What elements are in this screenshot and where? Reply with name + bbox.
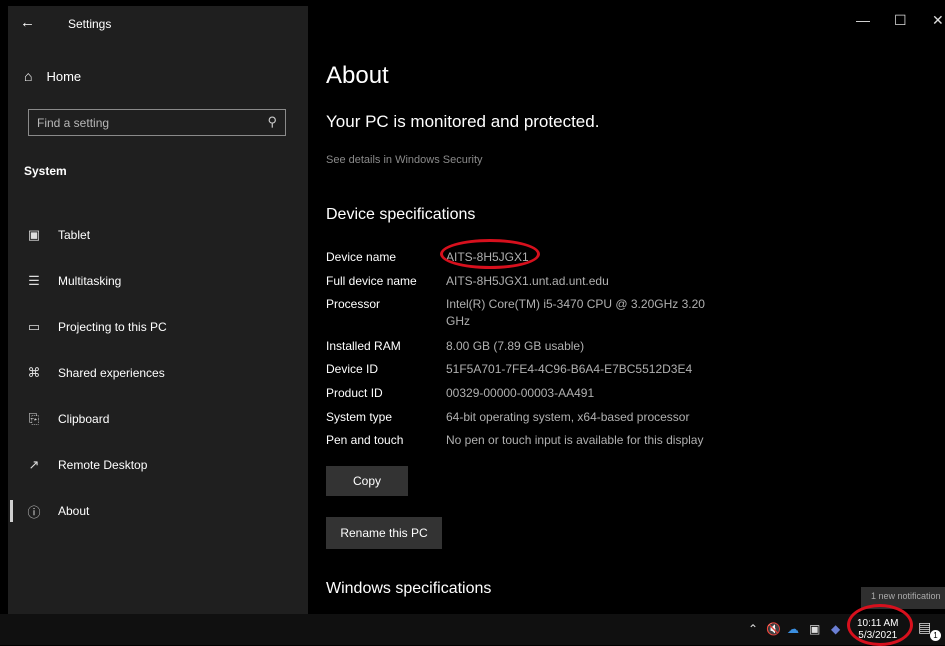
spec-value-ram: 8.00 GB (7.89 GB usable) bbox=[446, 339, 585, 353]
spec-label: Installed RAM bbox=[326, 339, 401, 353]
taskbar: ⌃ 🔇 ☁ ▣ ◆ 10:11 AM 5/3/2021 ▤ 1 bbox=[0, 614, 945, 645]
sidebar-item-projecting[interactable]: ▭ Projecting to this PC bbox=[8, 312, 308, 342]
sidebar: ← Settings ⌂ Home Find a setting ⚲ Syste… bbox=[8, 6, 308, 614]
sidebar-item-label: Remote Desktop bbox=[58, 458, 148, 472]
teams-icon[interactable]: ◆ bbox=[831, 622, 840, 636]
search-input[interactable]: Find a setting ⚲ bbox=[28, 109, 286, 136]
projecting-icon: ▭ bbox=[27, 319, 41, 334]
spec-value-full-device-name: AITS-8H5JGX1.unt.ad.unt.edu bbox=[446, 274, 609, 288]
spec-value-device-id: 51F5A701-7FE4-4C96-B6A4-E7BC5512D3E4 bbox=[446, 362, 693, 376]
sidebar-item-label: Shared experiences bbox=[58, 366, 165, 380]
network-icon[interactable]: ▣ bbox=[809, 622, 820, 636]
page-title: About bbox=[326, 62, 389, 89]
spec-value-pen-touch: No pen or touch input is available for t… bbox=[446, 433, 704, 447]
sidebar-item-about[interactable]: ⓘ About bbox=[8, 496, 308, 526]
tablet-icon: ▣ bbox=[27, 227, 41, 242]
search-placeholder: Find a setting bbox=[37, 116, 110, 130]
spec-value-product-id: 00329-00000-00003-AA491 bbox=[446, 386, 595, 400]
multitasking-icon: ☰ bbox=[28, 273, 40, 288]
shared-experiences-icon: ⌘ bbox=[27, 365, 41, 380]
notification-badge: 1 bbox=[930, 630, 941, 641]
sidebar-item-label: Tablet bbox=[58, 228, 91, 242]
title-bar: ← Settings bbox=[8, 6, 308, 40]
section-title: System bbox=[24, 164, 67, 178]
spec-label: System type bbox=[326, 410, 393, 424]
home-label: Home bbox=[46, 68, 82, 84]
spec-label: Full device name bbox=[326, 274, 417, 288]
search-icon: ⚲ bbox=[267, 114, 277, 129]
home-icon: ⌂ bbox=[24, 68, 33, 84]
spec-value-processor-cont: GHz bbox=[446, 314, 470, 328]
sidebar-item-shared-experiences[interactable]: ⌘ Shared experiences bbox=[8, 358, 308, 388]
sidebar-item-multitasking[interactable]: ☰ Multitasking bbox=[8, 266, 308, 296]
annotation-circle bbox=[440, 239, 540, 269]
windows-specs-heading: Windows specifications bbox=[326, 580, 492, 597]
spec-label: Device name bbox=[326, 250, 397, 264]
close-button[interactable]: ✕ bbox=[932, 12, 944, 29]
protection-status: Your PC is monitored and protected. bbox=[326, 112, 600, 131]
main-content: — ☐ ✕ About Your PC is monitored and pro… bbox=[308, 6, 945, 614]
app-title: Settings bbox=[68, 17, 112, 31]
volume-muted-icon[interactable]: 🔇 bbox=[766, 622, 781, 636]
sidebar-item-tablet[interactable]: ▣ Tablet bbox=[8, 220, 308, 250]
sidebar-item-clipboard[interactable]: ⎘ Clipboard bbox=[8, 404, 308, 434]
clipboard-icon: ⎘ bbox=[28, 411, 40, 426]
copy-button[interactable]: Copy bbox=[326, 466, 408, 496]
sidebar-item-label: Clipboard bbox=[58, 412, 110, 426]
sidebar-item-remote-desktop[interactable]: ↗ Remote Desktop bbox=[8, 450, 308, 480]
spec-label: Device ID bbox=[326, 362, 379, 376]
spec-value-system-type: 64-bit operating system, x64-based proce… bbox=[446, 410, 690, 424]
spec-label: Processor bbox=[326, 297, 381, 311]
minimize-button[interactable]: — bbox=[856, 12, 870, 28]
rename-pc-button[interactable]: Rename this PC bbox=[326, 517, 442, 549]
spec-label: Pen and touch bbox=[326, 433, 404, 447]
remote-desktop-icon: ↗ bbox=[28, 457, 40, 472]
security-details-link[interactable]: See details in Windows Security bbox=[326, 154, 483, 166]
onedrive-icon[interactable]: ☁ bbox=[787, 622, 799, 636]
maximize-button[interactable]: ☐ bbox=[894, 12, 907, 29]
sidebar-item-label: Projecting to this PC bbox=[58, 320, 167, 334]
info-icon: ⓘ bbox=[27, 504, 41, 520]
chevron-up-icon[interactable]: ⌃ bbox=[748, 622, 758, 636]
annotation-circle-clock bbox=[847, 604, 913, 646]
spec-value-processor: Intel(R) Core(TM) i5-3470 CPU @ 3.20GHz … bbox=[446, 297, 705, 311]
device-specs-heading: Device specifications bbox=[326, 206, 476, 223]
spec-label: Product ID bbox=[326, 386, 383, 400]
settings-window: ← Settings ⌂ Home Find a setting ⚲ Syste… bbox=[8, 6, 945, 614]
sidebar-item-home[interactable]: ⌂ Home bbox=[24, 68, 81, 84]
sidebar-item-label: About bbox=[58, 504, 90, 518]
sidebar-item-label: Multitasking bbox=[58, 274, 122, 288]
back-arrow-icon[interactable]: ← bbox=[20, 14, 35, 31]
